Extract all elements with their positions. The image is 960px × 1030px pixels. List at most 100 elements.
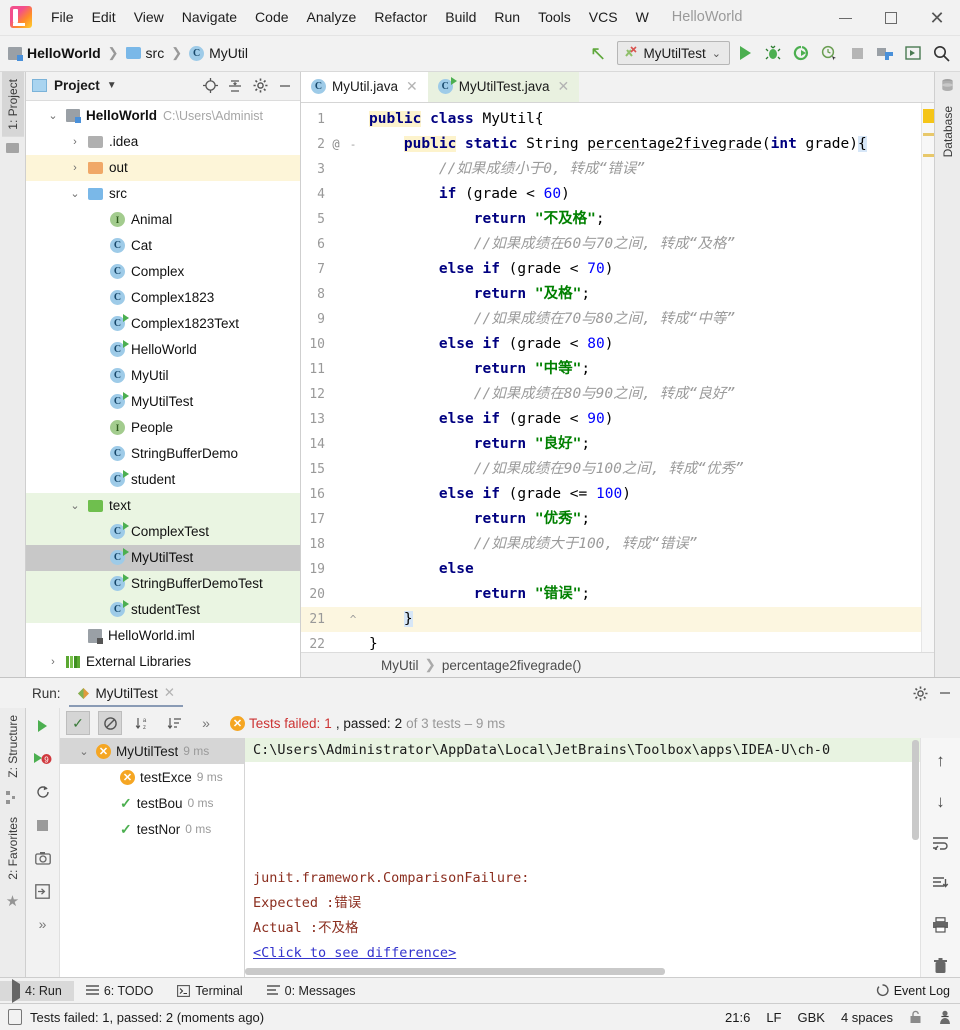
chevron-right-icon[interactable]: ›: [68, 162, 82, 174]
warning-marker[interactable]: [923, 108, 934, 123]
code-line[interactable]: public static String percentage2fivegrad…: [369, 132, 921, 157]
status-widget-icon[interactable]: [8, 1009, 22, 1026]
rerun-icon[interactable]: [31, 714, 55, 738]
breadcrumb-src[interactable]: src: [146, 45, 165, 61]
tree-item-student[interactable]: · Cstudent: [26, 467, 300, 493]
gutter-line[interactable]: 22: [301, 632, 369, 653]
tree-item-myutil[interactable]: · C MyUtil: [26, 363, 300, 389]
code-line[interactable]: return "良好";: [369, 432, 921, 457]
console-vertical-scrollbar[interactable]: [912, 740, 919, 841]
toolwindow-messages[interactable]: 0: Messages: [255, 981, 368, 1001]
back-arrow-icon[interactable]: ↖: [590, 41, 607, 66]
print-icon[interactable]: [929, 913, 953, 936]
tree-item-studenttest[interactable]: · CstudentTest: [26, 596, 300, 623]
code-line[interactable]: return "不及格";: [369, 207, 921, 232]
file-encoding[interactable]: GBK: [797, 1010, 824, 1025]
hide-icon[interactable]: [938, 686, 952, 700]
gutter-line[interactable]: 18: [301, 532, 369, 557]
tree-item-animal[interactable]: · I Animal: [26, 207, 300, 233]
code-content[interactable]: public class MyUtil{ public static Strin…: [369, 103, 921, 653]
gutter-line[interactable]: 3: [301, 157, 369, 182]
chevron-right-icon[interactable]: ›: [46, 656, 60, 668]
scroll-down-icon[interactable]: ↓: [929, 791, 953, 814]
sort-by-duration-icon[interactable]: [162, 711, 186, 735]
star-icon[interactable]: ★: [6, 892, 19, 910]
tree-item-out[interactable]: › out: [26, 154, 300, 181]
code-line[interactable]: return "优秀";: [369, 507, 921, 532]
tree-item-helloworld-iml[interactable]: · HelloWorld.iml: [26, 623, 300, 649]
editor-gutter[interactable]: 1 2 @ -3 4 5 6 7 8 9 10 11 12 13 14 15 16 17 18 19 20 21 ^ 22: [301, 102, 369, 653]
chevron-down-icon[interactable]: ⌄: [712, 47, 721, 60]
gutter-line[interactable]: 9: [301, 307, 369, 332]
breadcrumb-class[interactable]: MyUtil: [381, 658, 419, 673]
change-marker[interactable]: [923, 153, 934, 157]
chevron-down-icon[interactable]: ▼: [107, 80, 117, 91]
gutter-line[interactable]: 12: [301, 382, 369, 407]
hide-ignored-icon[interactable]: [98, 711, 122, 736]
menu-analyze[interactable]: Analyze: [298, 6, 366, 28]
tree-item-helloworld[interactable]: · CHelloWorld: [26, 337, 300, 363]
tree-item--idea[interactable]: › .idea: [26, 129, 300, 155]
clear-all-icon[interactable]: [929, 954, 953, 977]
hide-icon[interactable]: [276, 77, 294, 95]
line-separator[interactable]: LF: [766, 1010, 781, 1025]
breadcrumb-method[interactable]: percentage2fivegrade(): [442, 658, 582, 673]
gutter-line[interactable]: 6: [301, 232, 369, 257]
menu-window[interactable]: W: [627, 6, 658, 28]
gutter-line[interactable]: 20: [301, 582, 369, 607]
code-line[interactable]: return "错误";: [369, 582, 921, 607]
menu-file[interactable]: File: [42, 6, 83, 28]
event-log-button[interactable]: Event Log: [876, 984, 950, 998]
toolwindow-run[interactable]: 4: Run: [0, 978, 74, 1003]
gutter-line[interactable]: 10: [301, 332, 369, 357]
menu-vcs[interactable]: VCS: [580, 6, 627, 28]
tree-item-complex[interactable]: · C Complex: [26, 259, 300, 285]
code-line[interactable]: else if (grade < 90): [369, 407, 921, 432]
code-line[interactable]: //如果成绩在90与100之间, 转成“优秀”: [369, 457, 921, 482]
test-row-testexce[interactable]: · ✕ testExce 9 ms: [60, 764, 244, 790]
gutter-line[interactable]: 5: [301, 207, 369, 232]
inspector-icon[interactable]: [938, 1010, 952, 1025]
see-difference-link[interactable]: <Click to see difference>: [245, 941, 920, 966]
code-line[interactable]: else if (grade < 80): [369, 332, 921, 357]
breadcrumb-class[interactable]: MyUtil: [209, 45, 248, 61]
code-line[interactable]: else if (grade < 70): [369, 257, 921, 282]
run-panel-tab[interactable]: MyUtilTest ✕: [68, 682, 184, 708]
breadcrumb-project[interactable]: HelloWorld: [27, 45, 101, 61]
sidebar-item-project[interactable]: 1: Project: [1, 71, 24, 137]
code-line[interactable]: else if (grade <= 100): [369, 482, 921, 507]
console-output[interactable]: C:\Users\Administrator\AppData\Local\Jet…: [245, 738, 920, 978]
test-row-testnor[interactable]: · ✓testNor 0 ms: [60, 816, 244, 842]
run-icon[interactable]: [732, 40, 758, 66]
chevron-down-icon[interactable]: ⌄: [68, 187, 82, 200]
minimize-button[interactable]: [822, 0, 868, 36]
debug-icon[interactable]: [760, 40, 786, 66]
gutter-line[interactable]: 17: [301, 507, 369, 532]
toolwindow-terminal[interactable]: Terminal: [165, 981, 254, 1001]
gutter-line[interactable]: 1: [301, 107, 369, 132]
code-editor[interactable]: 1 2 @ -3 4 5 6 7 8 9 10 11 12 13 14 15 16 17 18 19 20 21 ^ 22 p…: [301, 102, 934, 653]
change-marker[interactable]: [923, 132, 934, 136]
project-tree[interactable]: ⌄ HelloWorld C:\Users\Administ › .idea › out ⌄ s…: [26, 101, 300, 678]
code-line[interactable]: return "中等";: [369, 357, 921, 382]
run-configuration-selector[interactable]: MyUtilTest ⌄: [616, 41, 730, 66]
structure-icon[interactable]: [6, 790, 19, 804]
select-opened-file-icon[interactable]: [900, 40, 926, 66]
database-icon[interactable]: [940, 78, 955, 93]
test-row-myutiltest[interactable]: ⌄ ✕ MyUtilTest 9 ms: [60, 738, 244, 765]
sidebar-item-structure[interactable]: Z: Structure: [2, 708, 24, 785]
gutter-line[interactable]: 15: [301, 457, 369, 482]
run-with-coverage-icon[interactable]: [788, 40, 814, 66]
gutter-line[interactable]: 8: [301, 282, 369, 307]
code-line[interactable]: //如果成绩在70与80之间, 转成“中等”: [369, 307, 921, 332]
gutter-line[interactable]: 14: [301, 432, 369, 457]
build-project-icon[interactable]: [872, 40, 898, 66]
menu-run[interactable]: Run: [485, 6, 529, 28]
tree-item-complex1823text[interactable]: · CComplex1823Text: [26, 311, 300, 337]
gutter-line[interactable]: 21 ^: [301, 606, 369, 632]
menu-build[interactable]: Build: [436, 6, 485, 28]
tree-item-helloworld[interactable]: ⌄ HelloWorld C:\Users\Administ: [26, 103, 300, 129]
gutter-line[interactable]: 2 @ -: [301, 132, 369, 157]
tree-item-text[interactable]: ⌄ text: [26, 492, 300, 519]
more-icon[interactable]: »: [31, 912, 55, 936]
